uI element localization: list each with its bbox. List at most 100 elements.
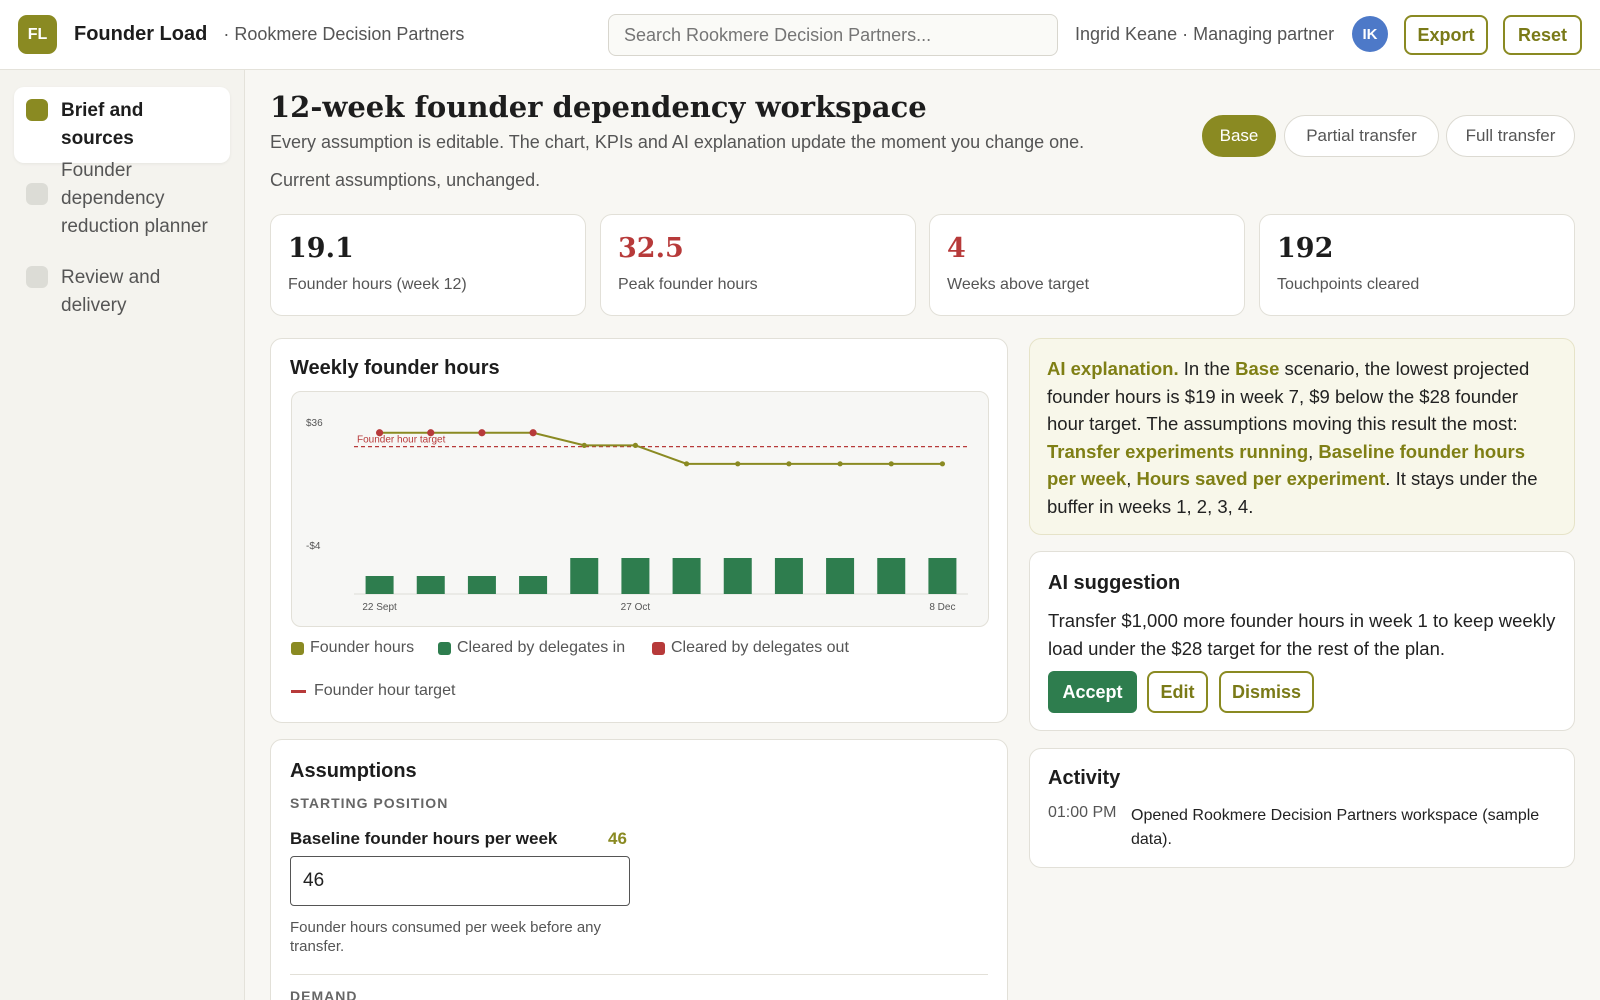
- y-tick-label: -$4: [306, 541, 321, 552]
- founder-hours-point: [837, 461, 843, 467]
- bar-delegates-in: [365, 576, 394, 594]
- user-name: Ingrid Keane · Managing partner: [1075, 24, 1335, 44]
- kpi-weeks-above-target: 4 Weeks above target: [929, 214, 1245, 316]
- reset-button[interactable]: Reset: [1503, 15, 1582, 55]
- org-name: · Rookmere Decision Partners: [223, 24, 465, 44]
- ai-explanation-card: AI explanation. In the Base scenario, th…: [1029, 338, 1575, 535]
- assumption-status: Current assumptions, unchanged.: [270, 170, 541, 190]
- founder-hours-point: [939, 461, 946, 467]
- ai-suggestion-text: Transfer $1,000 more founder hours in we…: [1048, 610, 1556, 659]
- weekly-founder-hours-chart: $36 -$4 Founder hour target 22 Sept 27 Oct 8 …: [306, 418, 968, 613]
- legend-delegates-out: Cleared by delegates out: [652, 639, 849, 657]
- target-label: Founder hour target: [357, 435, 446, 446]
- field-current-value: 46: [608, 829, 627, 848]
- sidebar-item-label: Review and delivery: [61, 267, 161, 316]
- sidebar-item-label: Brief and sources: [61, 100, 144, 149]
- edit-button[interactable]: Edit: [1147, 671, 1208, 713]
- ai-text: ,: [1126, 468, 1137, 489]
- legend-swatch: [652, 641, 665, 655]
- sidebar: Brief and sources Founder dependency red…: [0, 70, 245, 1000]
- legend-swatch: [291, 641, 304, 655]
- kpi-value: 19.1: [288, 233, 354, 264]
- bar-delegates-in: [877, 558, 906, 594]
- sidebar-item-review[interactable]: Review and delivery: [14, 254, 230, 330]
- bar-delegates-in: [672, 558, 701, 594]
- y-tick-label: $36: [306, 418, 323, 429]
- field-label: Baseline founder hours per week: [290, 829, 558, 848]
- field-help-text: Founder hours consumed per week before a…: [290, 919, 602, 955]
- scenario-full-transfer[interactable]: Full transfer: [1446, 115, 1575, 157]
- activity-card: Activity 01:00 PM Opened Rookmere Decisi…: [1029, 748, 1575, 868]
- page-subtitle: Every assumption is editable. The chart,…: [270, 132, 1085, 152]
- step-icon: [26, 266, 48, 288]
- section-starting-position: STARTING POSITION: [290, 795, 449, 811]
- bar-delegates-in: [774, 558, 803, 594]
- activity-title: Activity: [1048, 767, 1121, 789]
- bar-delegates-in: [621, 558, 650, 594]
- avatar[interactable]: IK: [1352, 16, 1388, 52]
- app-logo[interactable]: FL: [18, 15, 57, 54]
- app-name: Founder Load: [74, 23, 208, 45]
- scenario-partial-transfer[interactable]: Partial transfer: [1284, 115, 1439, 157]
- sidebar-item-planner[interactable]: Founder dependency reduction planner: [14, 147, 230, 251]
- ai-scenario: Base: [1235, 358, 1280, 379]
- delegates-out-marker: [529, 429, 537, 437]
- ai-suggestion-card: AI suggestion Transfer $1,000 more found…: [1029, 551, 1575, 731]
- kpi-label: Peak founder hours: [618, 276, 758, 293]
- kpi-label: Touchpoints cleared: [1277, 276, 1420, 293]
- legend-label: Cleared by delegates out: [671, 639, 849, 656]
- accept-button[interactable]: Accept: [1048, 671, 1137, 713]
- assumptions-title: Assumptions: [290, 760, 417, 782]
- kpi-label: Founder hours (week 12): [288, 276, 467, 293]
- bar-delegates-in: [519, 576, 548, 594]
- kpi-touchpoints-cleared: 192 Touchpoints cleared: [1259, 214, 1575, 316]
- sidebar-item-label: Founder dependency reduction planner: [61, 160, 208, 237]
- legend-label: Founder hour target: [314, 682, 456, 699]
- x-tick-label: 8 Dec: [929, 602, 955, 613]
- founder-hours-point: [632, 442, 639, 448]
- ai-text: ,: [1308, 440, 1319, 462]
- chart-area: $36 -$4 Founder hour target 22 Sept 27 Oct 8 …: [291, 391, 989, 627]
- bar-delegates-in: [826, 558, 855, 594]
- founder-hours-point: [888, 461, 894, 467]
- ai-driver: Transfer experiments running: [1047, 440, 1309, 462]
- scenario-base[interactable]: Base: [1202, 115, 1276, 157]
- assumptions-card: Assumptions STARTING POSITION Baseline f…: [270, 739, 1008, 1000]
- delegates-out-marker: [478, 429, 486, 437]
- founder-hours-line: [379, 431, 943, 465]
- ai-driver: Hours saved per experiment: [1136, 468, 1386, 489]
- founder-hours-point: [581, 442, 587, 448]
- legend-swatch: [438, 641, 451, 655]
- divider: [290, 974, 988, 975]
- ai-suggestion-title: AI suggestion: [1048, 572, 1181, 594]
- bar-delegates-in: [416, 576, 445, 594]
- activity-time: 01:00 PM: [1048, 804, 1117, 821]
- legend-label: Cleared by delegates in: [457, 639, 626, 656]
- legend-delegates-in: Cleared by delegates in: [438, 639, 625, 657]
- legend-label: Founder hours: [310, 639, 415, 656]
- bar-delegates-in: [570, 558, 599, 594]
- section-demand: DEMAND: [290, 988, 358, 1000]
- dismiss-button[interactable]: Dismiss: [1219, 671, 1314, 713]
- ai-text: In the: [1178, 358, 1236, 379]
- kpi-founder-hours-week12: 19.1 Founder hours (week 12): [270, 214, 586, 316]
- bar-delegates-in: [928, 558, 957, 594]
- founder-hours-point: [786, 461, 792, 467]
- legend-target: Founder hour target: [291, 682, 455, 700]
- chart-title: Weekly founder hours: [290, 357, 500, 379]
- founder-hours-point: [735, 461, 741, 467]
- kpi-value: 32.5: [618, 233, 684, 264]
- delegates-out-marker: [427, 429, 435, 437]
- kpi-value: 192: [1277, 233, 1334, 264]
- activity-text: Opened Rookmere Decision Partners worksp…: [1131, 807, 1540, 848]
- search-input[interactable]: [608, 14, 1058, 56]
- delegates-out-marker: [375, 429, 384, 437]
- ai-explanation-label: AI explanation.: [1047, 358, 1179, 379]
- founder-hours-point: [683, 461, 690, 467]
- bar-delegates-in: [467, 576, 496, 594]
- baseline-founder-hours-input[interactable]: [290, 856, 630, 906]
- export-button[interactable]: Export: [1404, 15, 1488, 55]
- kpi-peak-founder-hours: 32.5 Peak founder hours: [600, 214, 916, 316]
- legend-founder-hours: Founder hours: [291, 639, 414, 657]
- kpi-label: Weeks above target: [947, 276, 1090, 293]
